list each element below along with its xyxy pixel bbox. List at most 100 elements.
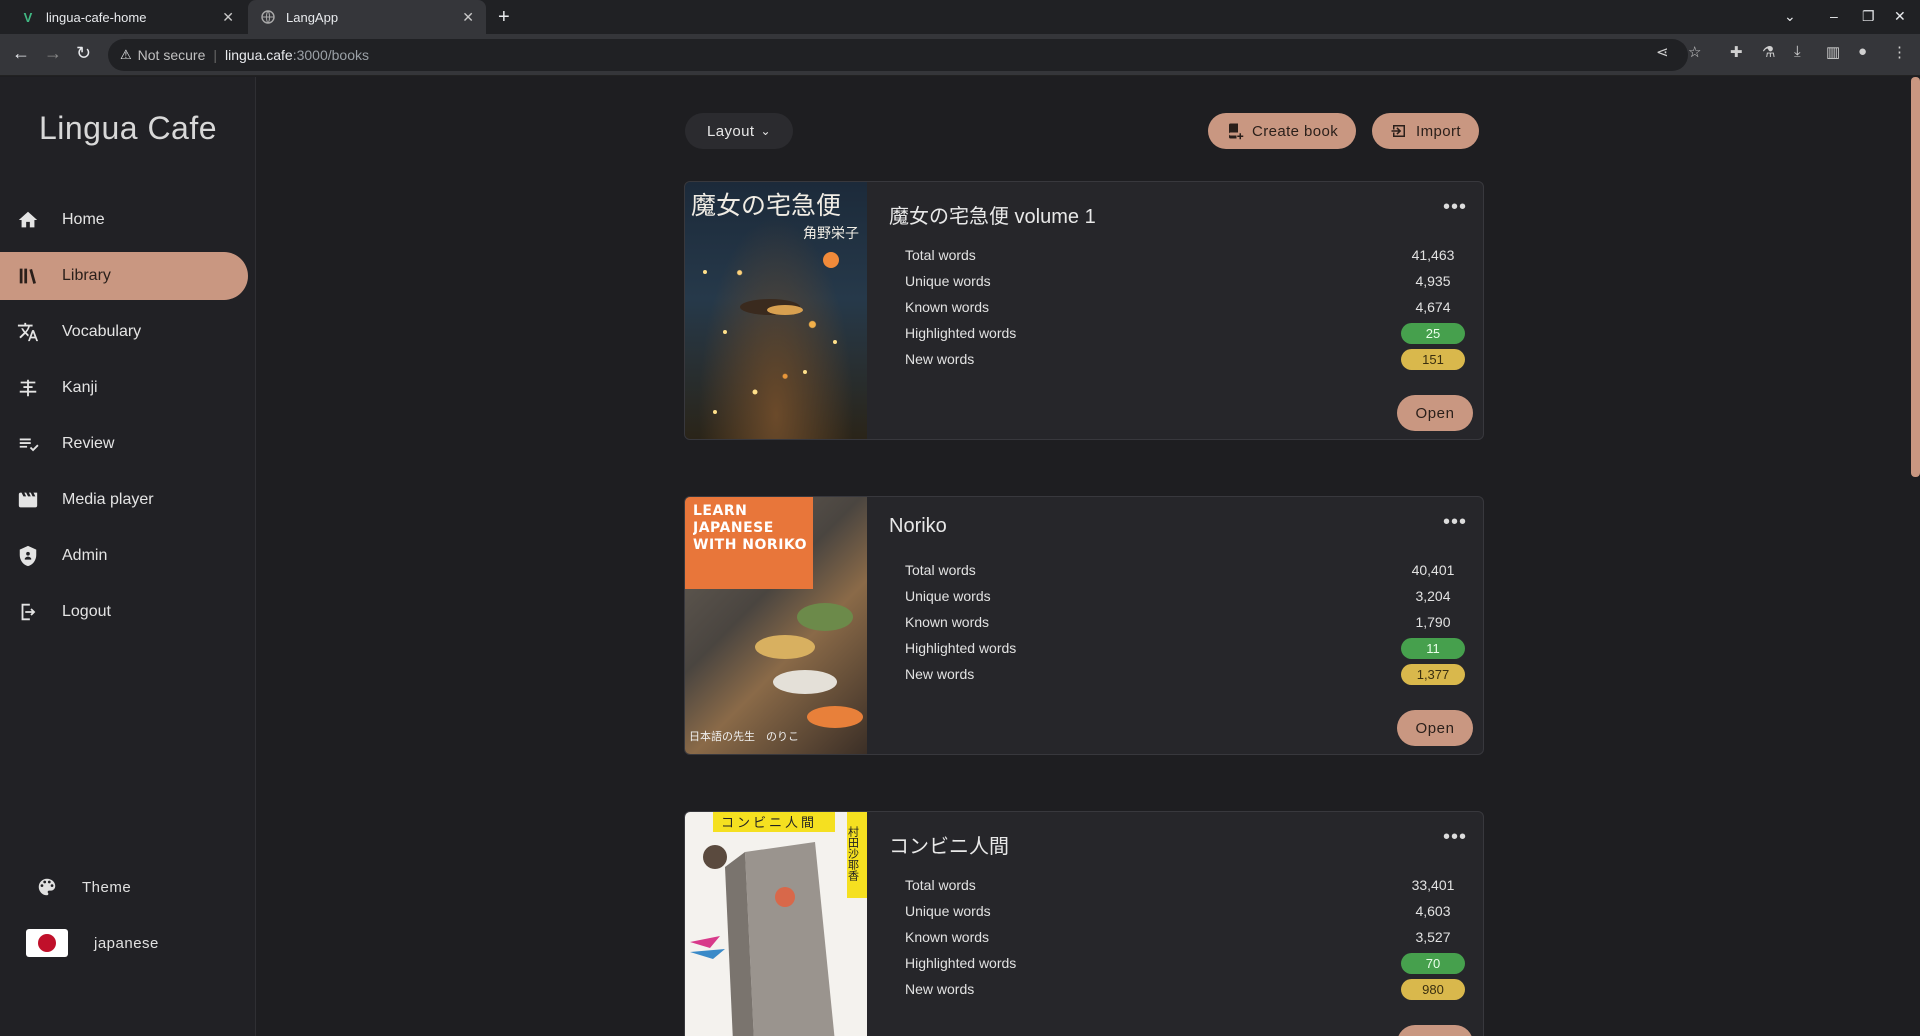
- open-book-button[interactable]: Open: [1397, 710, 1473, 746]
- library-icon: [16, 264, 40, 288]
- maximize-icon[interactable]: ❐: [1862, 8, 1875, 25]
- sidebar-item-review[interactable]: Review: [0, 420, 248, 468]
- reload-icon[interactable]: ↻: [76, 43, 91, 64]
- new-count-badge: 1,377: [1401, 663, 1465, 685]
- japan-flag-icon: [26, 929, 68, 957]
- tab-search-icon[interactable]: ⌄: [1784, 8, 1796, 25]
- stat-value: 33,401: [1411, 877, 1455, 893]
- book-cover-image[interactable]: LEARN JAPANESE WITH NORIKO 日本語の先生 のりこ: [685, 497, 867, 754]
- sidebar-item-kanji[interactable]: Kanji: [0, 364, 248, 412]
- download-icon[interactable]: ⤓: [1794, 43, 1801, 60]
- extensions-icon[interactable]: ✚: [1730, 43, 1743, 61]
- theme-label: Theme: [82, 878, 132, 896]
- page-scrollbar[interactable]: [1911, 77, 1920, 477]
- security-label: Not secure: [137, 47, 206, 63]
- warning-icon: ⚠: [120, 47, 132, 62]
- movie-icon: [16, 488, 40, 512]
- close-icon[interactable]: ✕: [222, 9, 234, 26]
- stat-label: New words: [905, 981, 975, 997]
- side-panel-icon[interactable]: ▥: [1826, 43, 1840, 61]
- chevron-down-icon: ⌄: [760, 124, 771, 138]
- language-selector[interactable]: japanese: [0, 923, 256, 963]
- cover-author-text: 日本語の先生 のりこ: [689, 729, 799, 743]
- sidebar-item-library[interactable]: Library: [0, 252, 248, 300]
- new-tab-button[interactable]: +: [498, 6, 510, 29]
- shield-icon: [16, 544, 40, 568]
- stat-label: Known words: [905, 929, 990, 945]
- cover-title-text: コンビニ人間: [721, 816, 817, 831]
- sidebar-item-label: Admin: [62, 547, 108, 564]
- stat-label: New words: [905, 666, 975, 682]
- address-host: lingua.cafe: [225, 47, 293, 63]
- language-label: japanese: [94, 934, 159, 952]
- theme-toggle[interactable]: Theme: [0, 867, 256, 907]
- import-icon: [1391, 125, 1405, 137]
- book-title: Noriko: [889, 515, 947, 537]
- create-book-label: Create book: [1252, 122, 1339, 140]
- book-stats: Total words 40,401 Unique words 3,204 Know…: [905, 557, 1465, 687]
- browser-toolbar: ← → ↻ ⚠ Not secure | lingua.cafe :3000/b…: [0, 34, 1920, 76]
- book-stats: Total words 33,401 Unique words 4,603 Know…: [905, 872, 1465, 1002]
- close-icon[interactable]: ✕: [462, 9, 474, 26]
- stat-label: Known words: [905, 299, 990, 315]
- book-card: 魔女の宅急便 角野栄子 魔女の宅急便 volume 1 ••• Total wo…: [684, 181, 1484, 440]
- import-label: Import: [1416, 122, 1461, 140]
- layout-menu-button[interactable]: Layout ⌄: [685, 113, 793, 149]
- import-button[interactable]: Import: [1372, 113, 1479, 149]
- more-horizontal-icon[interactable]: •••: [1443, 826, 1467, 849]
- menu-kebab-icon[interactable]: ⋮: [1892, 43, 1907, 61]
- browser-tab-langapp[interactable]: LangApp ✕: [248, 0, 486, 34]
- sidebar-item-home[interactable]: Home: [0, 196, 248, 244]
- new-count-badge: 980: [1401, 978, 1465, 1000]
- stat-row: Highlighted words 70: [905, 950, 1465, 976]
- open-book-button[interactable]: Open: [1397, 395, 1473, 431]
- book-title: コンビニ人間: [889, 836, 1009, 858]
- address-path: :3000/books: [292, 47, 370, 63]
- stat-row: Total words 41,463: [905, 242, 1465, 268]
- sidebar-item-logout[interactable]: Logout: [0, 588, 248, 636]
- stat-row: Known words 4,674: [905, 294, 1465, 320]
- stat-row: Total words 33,401: [905, 872, 1465, 898]
- open-book-button[interactable]: Open: [1397, 1025, 1473, 1036]
- more-horizontal-icon[interactable]: •••: [1443, 196, 1467, 219]
- sidebar-item-label: Logout: [62, 603, 111, 620]
- layout-label: Layout: [707, 122, 755, 140]
- back-icon[interactable]: ←: [12, 43, 30, 64]
- sidebar-item-label: Home: [62, 211, 105, 228]
- stat-value: 4,603: [1415, 903, 1451, 919]
- book-title: 魔女の宅急便 volume 1: [889, 206, 1096, 228]
- translate-icon: [16, 320, 40, 344]
- home-icon: [16, 208, 40, 232]
- stat-value: 3,527: [1415, 929, 1451, 945]
- more-horizontal-icon[interactable]: •••: [1443, 511, 1467, 534]
- address-bar[interactable]: ⚠ Not secure | lingua.cafe :3000/books: [108, 39, 1688, 71]
- bookmark-star-icon[interactable]: ☆: [1688, 43, 1701, 61]
- stat-row: Unique words 3,204: [905, 583, 1465, 609]
- stat-row: New words 980: [905, 976, 1465, 1002]
- minimize-icon[interactable]: –: [1830, 8, 1838, 24]
- forward-icon[interactable]: →: [44, 43, 62, 64]
- book-cover-image[interactable]: 魔女の宅急便 角野栄子: [685, 182, 867, 439]
- sidebar-item-label: Vocabulary: [62, 323, 142, 340]
- flask-icon[interactable]: ⚗: [1762, 43, 1775, 61]
- palette-icon: [36, 876, 58, 898]
- window-close-icon[interactable]: ✕: [1894, 8, 1906, 25]
- stat-label: Total words: [905, 247, 976, 263]
- share-icon[interactable]: ⋖: [1656, 43, 1669, 61]
- stat-label: Highlighted words: [905, 325, 1017, 341]
- book-plus-icon: [1229, 123, 1244, 140]
- logout-icon: [16, 600, 40, 624]
- tab-title: LangApp: [286, 9, 339, 25]
- sidebar-item-media-player[interactable]: Media player: [0, 476, 248, 524]
- book-cover-image[interactable]: コンビニ人間 村田沙耶香: [685, 812, 867, 1036]
- highlighted-count-badge: 25: [1401, 322, 1465, 344]
- stat-row: Highlighted words 25: [905, 320, 1465, 346]
- create-book-button[interactable]: Create book: [1208, 113, 1357, 149]
- stat-row: Unique words 4,603: [905, 898, 1465, 924]
- stat-label: Known words: [905, 614, 990, 630]
- sidebar-item-admin[interactable]: Admin: [0, 532, 248, 580]
- stat-value: 4,674: [1415, 299, 1451, 315]
- sidebar-item-vocabulary[interactable]: Vocabulary: [0, 308, 248, 356]
- browser-tab-home[interactable]: V lingua-cafe-home ✕: [8, 0, 246, 34]
- profile-icon[interactable]: ●: [1858, 43, 1867, 60]
